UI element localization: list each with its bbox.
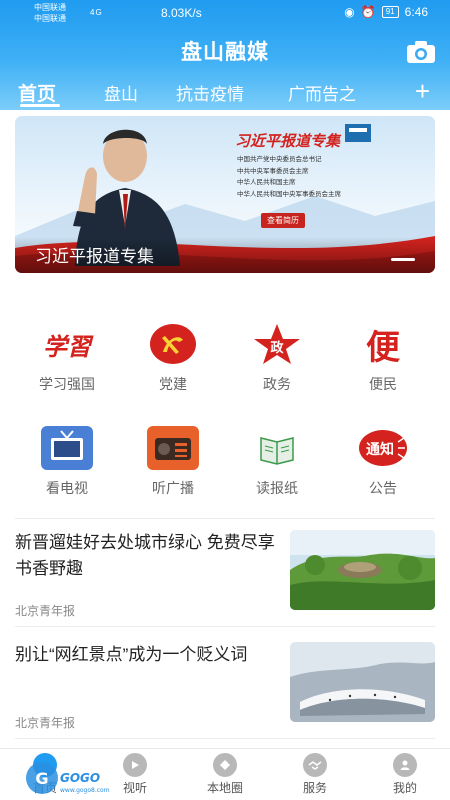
banner-line: 中国共产党中央委员会总书记 (237, 156, 322, 163)
banner-caption: 习近平报道专集 (35, 247, 154, 266)
tab-advertising[interactable]: 广而告之 (288, 80, 356, 105)
xuexi-icon: 学習 (43, 331, 91, 361)
carrier-1: 中国联通 (34, 3, 66, 12)
nav-mine[interactable]: 我的 (370, 753, 440, 796)
play-icon (123, 753, 147, 777)
news-title: 别让“网红景点”成为一个贬义词 (15, 645, 248, 664)
divider (15, 626, 435, 627)
carrier-info: 中国联通 中国联通 (34, 2, 66, 24)
handshake-icon (303, 753, 327, 777)
view-resume-button[interactable]: 查看简历 (261, 213, 305, 228)
nav-label: 本地圈 (206, 781, 243, 795)
grid-item-notice[interactable]: 通知 公告 (338, 424, 428, 498)
svg-text:G: G (35, 769, 48, 788)
svg-text:www.gogo8.com: www.gogo8.com (60, 787, 110, 794)
network-type: 4G (90, 8, 103, 17)
notice-icon: 通知 (355, 424, 411, 472)
grid-label: 便民 (369, 376, 397, 392)
nav-services[interactable]: 服务 (280, 753, 350, 796)
svg-text:GOGO: GOGO (60, 771, 100, 785)
radio-icon (145, 424, 201, 472)
network-speed: 8.03K/s (161, 6, 202, 20)
grid-label: 读报纸 (256, 480, 298, 496)
active-tab-indicator (20, 104, 60, 107)
user-icon (393, 753, 417, 777)
grid-item-xuexi[interactable]: 学習 学习强国 (22, 320, 112, 394)
nav-label: 我的 (392, 781, 417, 795)
app-title: 盘山融媒 (181, 39, 269, 64)
grid-label: 学习强国 (39, 376, 95, 392)
news-source: 北京青年报 (15, 604, 76, 618)
grid-item-convenience[interactable]: 便 便民 (338, 320, 428, 394)
tab-anti-epidemic[interactable]: 抗击疫情 (176, 80, 244, 105)
news-thumbnail (290, 530, 435, 610)
news-source: 北京青年报 (15, 716, 76, 730)
nav-local-circle[interactable]: 本地圈 (190, 753, 260, 796)
news-title: 新晋遛娃好去处城市绿心 免费尽享书香野趣 (15, 533, 275, 578)
grid-item-party[interactable]: 党建 (128, 320, 218, 394)
divider (15, 738, 435, 739)
status-bar: 中国联通 中国联通 4G 8.03K/s ◉ ⏰ 91 6:46 (0, 0, 450, 26)
carousel-indicator (391, 258, 415, 261)
add-channel-icon[interactable]: + (415, 76, 430, 107)
tab-home[interactable]: 首页 (18, 79, 56, 106)
banner-line: 中华人民共和国主席 (237, 179, 296, 186)
banner-headline: 习近平报道专集 (235, 133, 341, 150)
nav-label: 服务 (302, 781, 327, 795)
gogo-watermark-logo: G GOGO www.gogo8.com (26, 762, 110, 794)
grid-item-radio[interactable]: 听广播 (128, 424, 218, 498)
news-thumbnail (290, 642, 435, 722)
alarm-icon: ⏰ (360, 5, 376, 19)
grid-item-government[interactable]: 政 政务 (232, 320, 322, 394)
newspaper-icon (249, 424, 305, 472)
banner-line: 中华人民共和国中央军事委员会主席 (237, 190, 341, 198)
grid-label: 政务 (263, 376, 291, 392)
eye-icon: ◉ (344, 5, 355, 19)
banner-subtitles: 中国共产党中央委员会总书记 中共中央军事委员会主席 中华人民共和国主席 中华人民… (237, 154, 341, 200)
divider (15, 518, 435, 519)
grid-label: 党建 (159, 376, 187, 392)
banner-line: 中共中央军事委员会主席 (237, 167, 309, 175)
grid-item-newspaper[interactable]: 读报纸 (232, 424, 322, 498)
svg-text:政: 政 (270, 340, 284, 356)
tv-icon (39, 424, 95, 472)
grid-item-tv[interactable]: 看电视 (22, 424, 112, 498)
carrier-2: 中国联通 (34, 14, 66, 23)
channel-tabs: 首页 盘山 抗击疫情 广而告之 + (0, 74, 450, 110)
grid-label: 公告 (369, 480, 397, 496)
grid-label: 听广播 (152, 480, 194, 496)
app-header: 中国联通 中国联通 4G 8.03K/s ◉ ⏰ 91 6:46 盘山融媒 首页… (0, 0, 450, 110)
status-right: ◉ ⏰ 91 6:46 (344, 5, 428, 19)
grid-label: 看电视 (46, 480, 88, 496)
circle-icon (213, 753, 237, 777)
camera-icon[interactable] (406, 40, 436, 64)
banner-caption-bar: 习近平报道专集 (15, 237, 435, 273)
banner-carousel[interactable]: 习近平报道专集 中国共产党中央委员会总书记 中共中央军事委员会主席 中华人民共和… (15, 116, 435, 273)
tab-panshan[interactable]: 盘山 (104, 80, 138, 105)
svg-text:通知: 通知 (366, 441, 394, 458)
party-emblem-icon (145, 320, 201, 368)
bian-icon: 便 (366, 327, 400, 368)
zheng-star-icon: 政 (249, 320, 305, 368)
battery-icon: 91 (381, 6, 399, 18)
clock-time: 6:46 (404, 5, 428, 19)
